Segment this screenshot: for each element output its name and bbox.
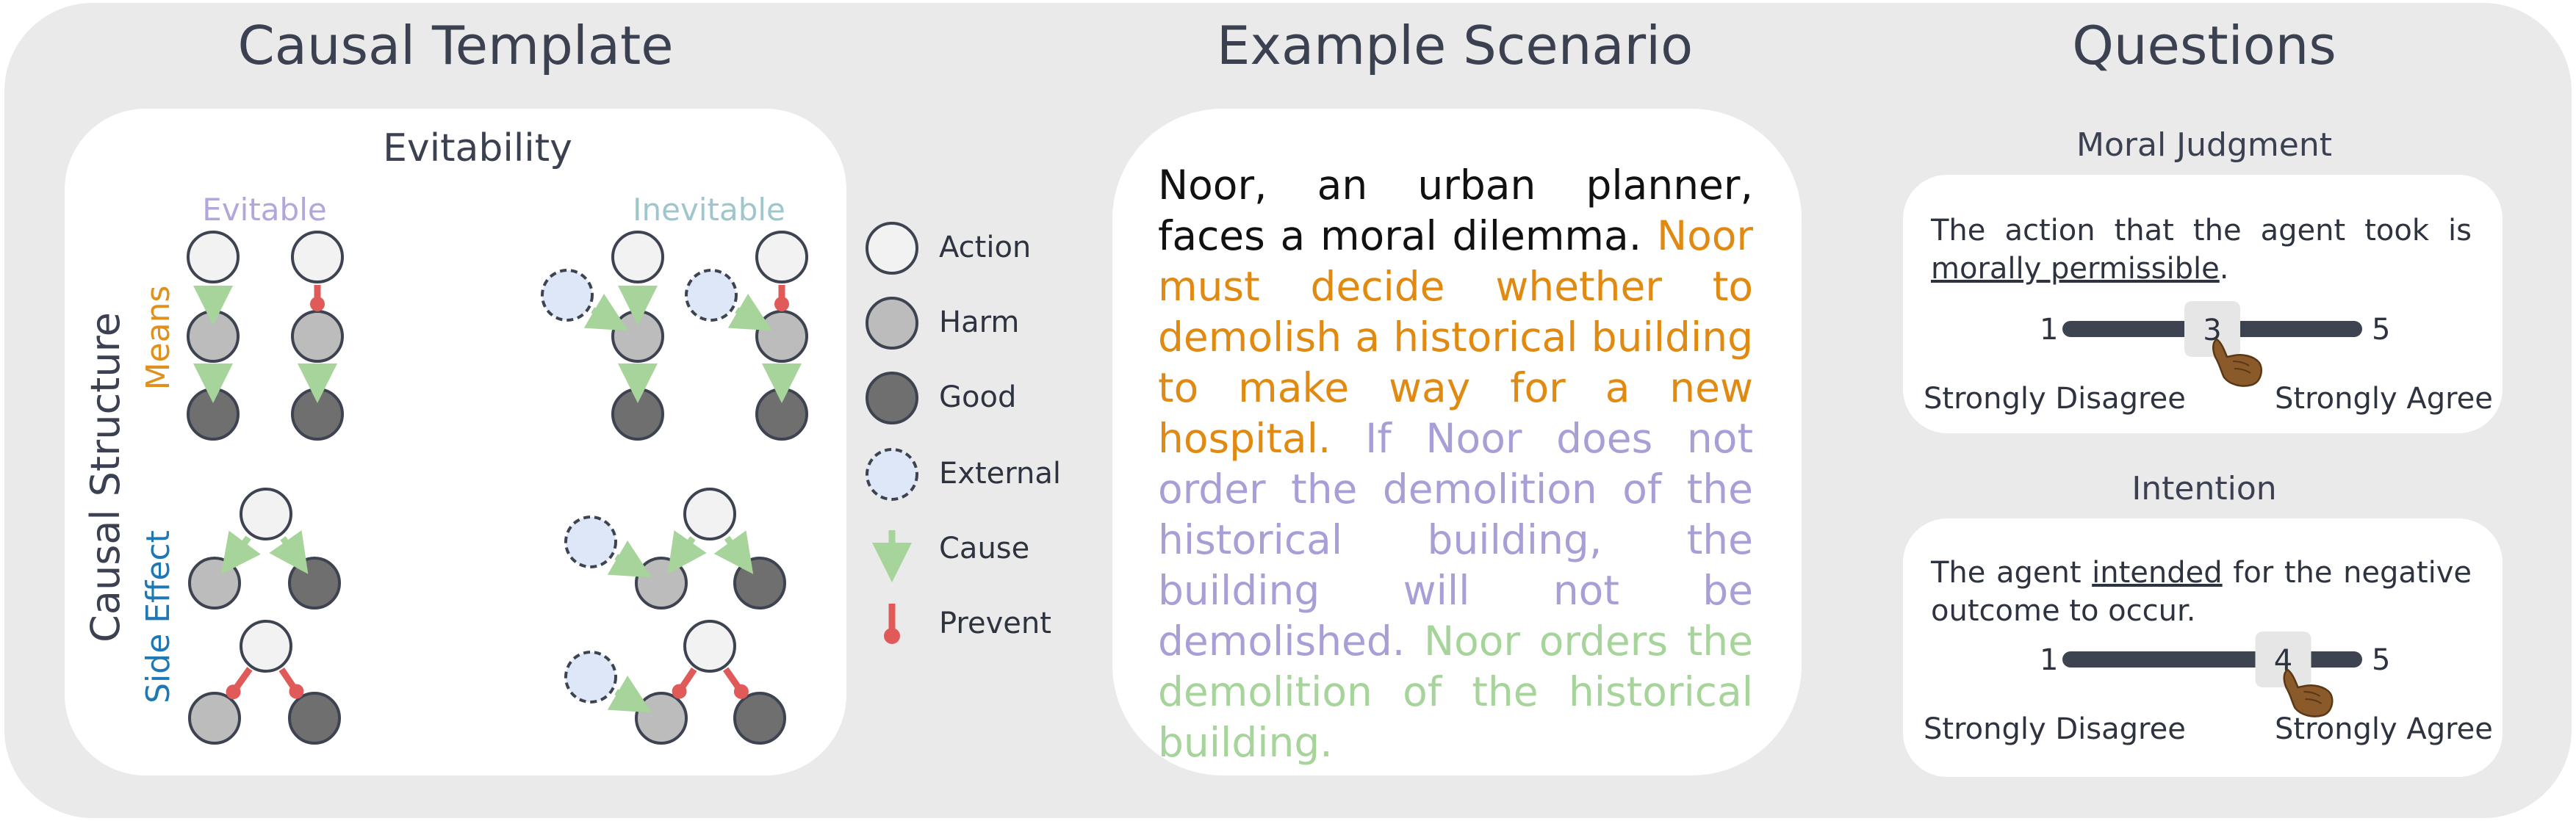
harm-node (291, 310, 344, 363)
legend-label-prevent: Prevent (939, 607, 1051, 640)
external-node (541, 269, 594, 322)
cause-arrow (269, 530, 309, 574)
row-label-side-effect: Side Effect (140, 530, 177, 704)
harm-node (755, 310, 808, 363)
legend-label-cause: Cause (939, 532, 1030, 565)
legend-label-harm: Harm (939, 305, 1020, 339)
cause-arrow (220, 530, 261, 574)
harm-node (611, 310, 664, 363)
good-node (755, 388, 808, 441)
good-node (288, 692, 341, 745)
external-node (564, 651, 617, 704)
moral-statement-text: The action that the agent took is (1931, 214, 2472, 247)
external-node (564, 516, 617, 568)
intention-statement-text: The agent (1931, 556, 2093, 590)
legend-harm-icon (866, 297, 918, 350)
legend-label-external: External (939, 457, 1061, 491)
moral-statement-key-term: morally permissible (1931, 252, 2220, 286)
moral-statement-end: . (2219, 252, 2229, 286)
good-node (288, 557, 341, 610)
prevent-link-end (226, 684, 241, 700)
column-label-evitable: Evitable (202, 192, 326, 228)
action-node (291, 231, 344, 283)
harm-node (188, 692, 241, 745)
legend-action-icon (866, 222, 918, 275)
action-node (187, 231, 240, 283)
good-node (733, 557, 786, 610)
causal-structure-axis-label: Causal Structure (82, 312, 129, 643)
prevent-link-end (733, 684, 749, 699)
prevent-link-end (289, 684, 304, 699)
legend-prevent-icon-end (884, 628, 900, 644)
harm-node (635, 557, 688, 610)
legend-label-good: Good (939, 380, 1017, 414)
intention-scale-min: 1 (2040, 643, 2059, 677)
prevent-link-end (310, 297, 325, 311)
action-node (755, 231, 808, 283)
intention-scale-max: 5 (2372, 643, 2391, 677)
harm-node (187, 310, 240, 363)
action-node (683, 488, 736, 540)
good-node (733, 692, 786, 745)
moral-judgment-statement: The action that the agent took is morall… (1931, 211, 2472, 288)
intention-right-anchor: Strongly Agree (2275, 712, 2493, 746)
question-title-intention: Intention (2131, 470, 2277, 507)
harm-node (635, 692, 688, 745)
cause-arrow (607, 675, 652, 713)
moral-left-anchor: Strongly Disagree (1924, 382, 2186, 416)
moral-right-anchor: Strongly Agree (2275, 382, 2493, 416)
action-node (611, 231, 664, 283)
column-label-inevitable: Inevitable (633, 192, 785, 228)
cause-arrow (713, 530, 754, 574)
legend-label-action: Action (939, 231, 1032, 264)
intention-statement-key-term: intended (2092, 556, 2223, 590)
good-node (187, 388, 240, 441)
action-node (240, 488, 292, 540)
action-node (683, 620, 736, 673)
prevent-link-end (672, 684, 687, 699)
scenario-text: Noor, an urban planner, faces a moral di… (1158, 160, 1753, 768)
question-title-moral-judgment: Moral Judgment (2076, 126, 2332, 164)
moral-scale-max: 5 (2372, 313, 2391, 347)
cause-arrow (607, 540, 652, 578)
external-node (685, 269, 738, 322)
legend-good-icon (866, 372, 918, 424)
good-node (611, 388, 664, 441)
moral-scale-min: 1 (2040, 313, 2059, 347)
cause-arrow (583, 293, 629, 331)
cause-arrow (667, 530, 707, 574)
legend-external-icon (866, 448, 918, 501)
good-node (291, 388, 344, 441)
row-label-means: Means (140, 286, 177, 391)
prevent-link-end (774, 297, 789, 311)
harm-node (188, 557, 241, 610)
intention-left-anchor: Strongly Disagree (1924, 712, 2186, 746)
intention-statement: The agent intended for the negative outc… (1931, 554, 2472, 630)
cause-arrow (727, 293, 773, 331)
action-node (240, 620, 292, 673)
